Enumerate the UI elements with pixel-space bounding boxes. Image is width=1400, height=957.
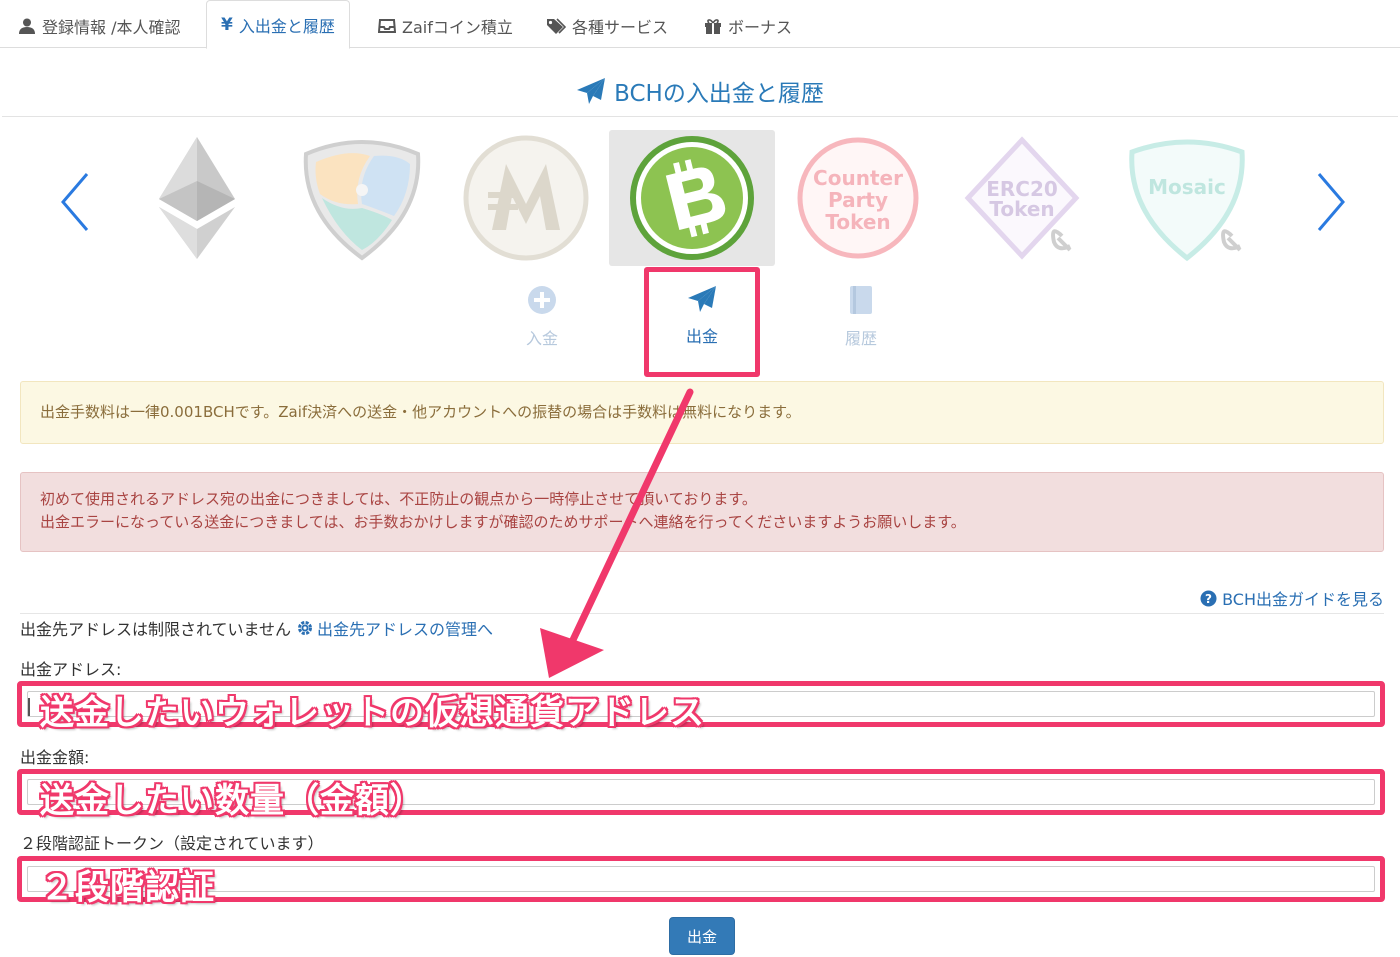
- erc20-line2: Token: [989, 197, 1054, 221]
- paper-plane-icon: [577, 78, 606, 104]
- amount-label: 出金金額:: [20, 748, 90, 767]
- tags-icon: [547, 18, 566, 34]
- counterparty-token-icon: Counter Party Token: [797, 137, 919, 259]
- divider: [2, 116, 1398, 117]
- coin-counterparty[interactable]: Counter Party Token: [788, 130, 928, 266]
- carousel-next-button[interactable]: [1311, 170, 1351, 234]
- ethereum-icon: [159, 137, 235, 259]
- tab-bar: 登録情報 /本人確認 ¥ 入出金と履歴 Zaifコイン積立 各種サービス ボーナ…: [0, 0, 1400, 49]
- mosaic-label: Mosaic: [1148, 175, 1226, 199]
- address-annotation: 送金したいウォレットの仮想通貨アドレス: [40, 693, 705, 733]
- guide-link-text: BCH出金ガイドを見る: [1222, 590, 1384, 609]
- tab-services[interactable]: 各種サービス: [542, 4, 672, 48]
- gift-icon: [705, 19, 721, 34]
- carousel-prev-button[interactable]: [55, 170, 95, 234]
- coin-erc20[interactable]: ERC20 Token: [952, 130, 1092, 266]
- two-factor-label: ２段階認証トークン（設定されています）: [20, 834, 324, 853]
- divider: [20, 613, 1384, 614]
- tab-label: 各種サービス: [572, 18, 669, 37]
- history-label: 履歴: [844, 329, 877, 348]
- erc20-token-icon: ERC20 Token: [964, 136, 1080, 260]
- warning-line-2: 出金エラーになっている送金につきましては、お手数おかけしますが確認のためサポート…: [40, 513, 966, 531]
- coin-eth[interactable]: [127, 130, 267, 266]
- plus-circle-icon: [528, 286, 556, 314]
- nem-icon: [303, 140, 421, 261]
- counterparty-line2: Party: [828, 188, 888, 212]
- tab-bonus[interactable]: ボーナス: [700, 4, 796, 48]
- counterparty-line1: Counter: [813, 166, 903, 190]
- tab-deposit-withdraw[interactable]: ¥ 入出金と履歴: [206, 0, 350, 49]
- address-label: 出金アドレス:: [20, 660, 122, 679]
- deposit-label: 入金: [525, 329, 558, 348]
- amount-annotation: 送金したい数量（金額）: [40, 781, 425, 821]
- token-input-box[interactable]: [27, 866, 1375, 892]
- page-title: BCHの入出金と履歴: [0, 74, 1400, 108]
- warning-line-1: 初めて使用されるアドレス宛の出金につきましては、不正防止の観点から一時停止させて…: [40, 490, 757, 508]
- user-icon: [19, 18, 35, 34]
- svg-text:?: ?: [1205, 592, 1212, 606]
- yen-icon: ¥: [221, 14, 233, 35]
- counterparty-line3: Token: [825, 210, 890, 234]
- tab-account-info[interactable]: 登録情報 /本人確認: [14, 4, 184, 48]
- coin-mosaic[interactable]: Mosaic: [1117, 130, 1257, 266]
- mosaic-icon: Mosaic: [1129, 139, 1245, 262]
- coin-bch[interactable]: [609, 130, 775, 266]
- fee-notice-alert: 出金手数料は一律0.001BCHです。Zaif決済への送金・他アカウントへの振替…: [20, 381, 1384, 444]
- deposit-link[interactable]: 入金: [487, 285, 597, 365]
- history-link[interactable]: 履歴: [806, 285, 916, 365]
- tab-zaif-coin-reserve[interactable]: Zaifコイン積立: [374, 4, 517, 48]
- withdraw-amount-input[interactable]: 送金したい数量（金額）: [17, 769, 1385, 821]
- inbox-icon: [378, 19, 396, 33]
- text-cursor: [28, 698, 30, 716]
- manage-addresses-link[interactable]: 出金先アドレスの管理へ: [297, 616, 493, 640]
- page-title-text: BCHの入出金と履歴: [614, 81, 824, 107]
- withdraw-highlight-box: [644, 267, 760, 377]
- withdraw-submit-button[interactable]: 出金: [669, 917, 735, 955]
- coin-mona[interactable]: [456, 130, 596, 266]
- book-icon: [850, 286, 872, 314]
- question-circle-icon: ?: [1200, 590, 1217, 606]
- withdraw-page: 登録情報 /本人確認 ¥ 入出金と履歴 Zaifコイン積立 各種サービス ボーナ…: [0, 0, 1400, 957]
- tab-label: 入出金と履歴: [238, 16, 335, 36]
- tab-label: Zaifコイン積立: [402, 18, 513, 37]
- withdraw-guide-link[interactable]: ? BCH出金ガイドを見る: [1200, 586, 1384, 610]
- fee-notice-text: 出金手数料は一律0.001BCHです。Zaif決済への送金・他アカウントへの振替…: [40, 403, 801, 421]
- gear-icon: [298, 621, 313, 635]
- tab-label: ボーナス: [728, 18, 793, 37]
- new-address-warning-alert: 初めて使用されるアドレス宛の出金につきましては、不正防止の観点から一時停止させて…: [20, 472, 1384, 552]
- token-annotation: ２段階認証: [40, 868, 215, 908]
- coin-xem[interactable]: [292, 130, 432, 266]
- withdraw-address-input[interactable]: 送金したいウォレットの仮想通貨アドレス: [17, 681, 1385, 733]
- bitcoin-cash-icon: [630, 136, 754, 260]
- monacoin-icon: [463, 135, 589, 261]
- two-factor-token-input[interactable]: ２段階認証: [17, 856, 1385, 908]
- address-restriction-status: 出金先アドレスは制限されていません 出金先アドレスの管理へ: [20, 616, 493, 640]
- address-status-text: 出金先アドレスは制限されていません: [20, 620, 292, 639]
- tab-label: 登録情報 /本人確認: [42, 18, 181, 37]
- manage-addresses-text: 出金先アドレスの管理へ: [317, 620, 494, 639]
